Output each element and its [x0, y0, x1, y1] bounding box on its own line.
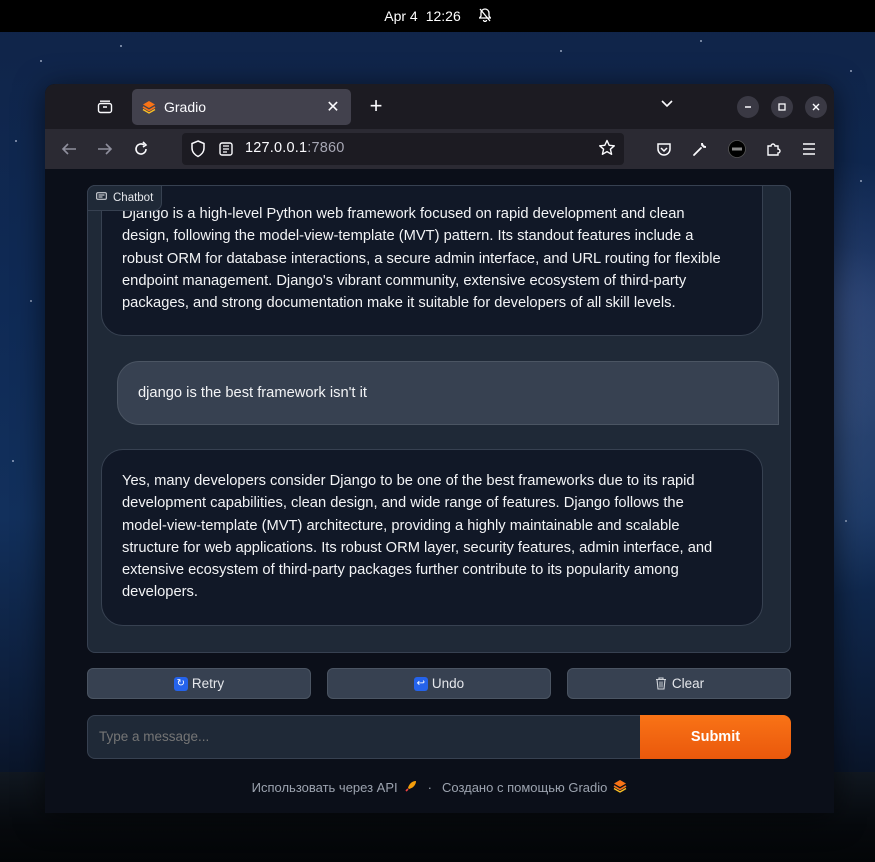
user-message-1: django is the best framework isn't it: [117, 361, 779, 425]
trash-icon: [654, 677, 668, 691]
extensions-puzzle-icon[interactable]: [763, 139, 783, 159]
action-buttons: ↻ Retry ↩ Undo Clear: [87, 668, 791, 699]
undo-icon: ↩: [413, 676, 428, 691]
bot-message-1: Django is a high-level Python web framew…: [101, 186, 763, 336]
navigation-bar: 127.0.0.1:7860: [45, 129, 834, 169]
submit-button[interactable]: Submit: [640, 715, 791, 759]
bookmark-star-icon[interactable]: [598, 139, 616, 161]
tab-gradio[interactable]: Gradio ✕: [132, 89, 351, 125]
chevron-down-icon[interactable]: [660, 96, 674, 114]
chatbot-panel[interactable]: Django is a high-level Python web framew…: [87, 185, 791, 653]
rocket-icon: [404, 779, 418, 796]
retry-icon: ↻: [173, 676, 188, 691]
footer: Использовать через API · Создано с помощ…: [45, 777, 834, 797]
back-arrow-icon[interactable]: [59, 139, 79, 159]
page-info-icon[interactable]: [218, 140, 234, 162]
tab-list-icon[interactable]: [93, 95, 117, 119]
footer-separator: ·: [427, 779, 432, 795]
undo-button[interactable]: ↩ Undo: [327, 668, 551, 699]
bell-icon[interactable]: [477, 7, 492, 25]
extension-avatar-icon[interactable]: [727, 139, 747, 159]
close-tab-icon[interactable]: ✕: [325, 97, 341, 117]
hamburger-menu-icon[interactable]: [799, 139, 819, 159]
gradio-logo-icon: [613, 779, 627, 796]
address-bar[interactable]: 127.0.0.1:7860: [182, 133, 624, 165]
clock[interactable]: Apr 4 12:26: [384, 8, 461, 24]
browser-window: Gradio ✕ + 127.0.0.1:7860 Chatbot Django…: [45, 84, 834, 813]
wrench-icon[interactable]: [690, 139, 710, 159]
chatbot-label: Chatbot: [87, 185, 163, 211]
maximize-icon[interactable]: [771, 96, 793, 118]
message-input[interactable]: [87, 715, 641, 759]
system-top-bar: Apr 4 12:26: [0, 0, 875, 32]
use-via-api-link[interactable]: Использовать через API: [252, 780, 398, 795]
time-label: 12:26: [425, 8, 461, 24]
gradio-page: Chatbot Django is a high-level Python we…: [45, 169, 834, 813]
built-with-gradio-link[interactable]: Создано с помощью Gradio: [442, 780, 607, 795]
composer: Submit: [87, 715, 791, 759]
chat-bubble-icon: [96, 191, 107, 205]
message-list[interactable]: Django is a high-level Python web framew…: [88, 186, 790, 652]
new-tab-icon[interactable]: +: [364, 94, 388, 118]
retry-button[interactable]: ↻ Retry: [87, 668, 311, 699]
minimize-icon[interactable]: [737, 96, 759, 118]
tab-title: Gradio: [164, 99, 207, 115]
shield-icon[interactable]: [190, 140, 206, 162]
reload-icon[interactable]: [131, 139, 151, 159]
tab-strip: Gradio ✕ +: [45, 84, 834, 129]
gradio-favicon-icon: [142, 100, 156, 114]
bot-message-2: Yes, many developers consider Django to …: [101, 449, 763, 626]
forward-arrow-icon[interactable]: [95, 139, 115, 159]
date-label: Apr 4: [384, 8, 418, 24]
close-window-icon[interactable]: [805, 96, 827, 118]
url-text: 127.0.0.1:7860: [245, 140, 345, 156]
clear-button[interactable]: Clear: [567, 668, 791, 699]
chatbot-label-text: Chatbot: [113, 192, 154, 204]
pocket-icon[interactable]: [654, 139, 674, 159]
